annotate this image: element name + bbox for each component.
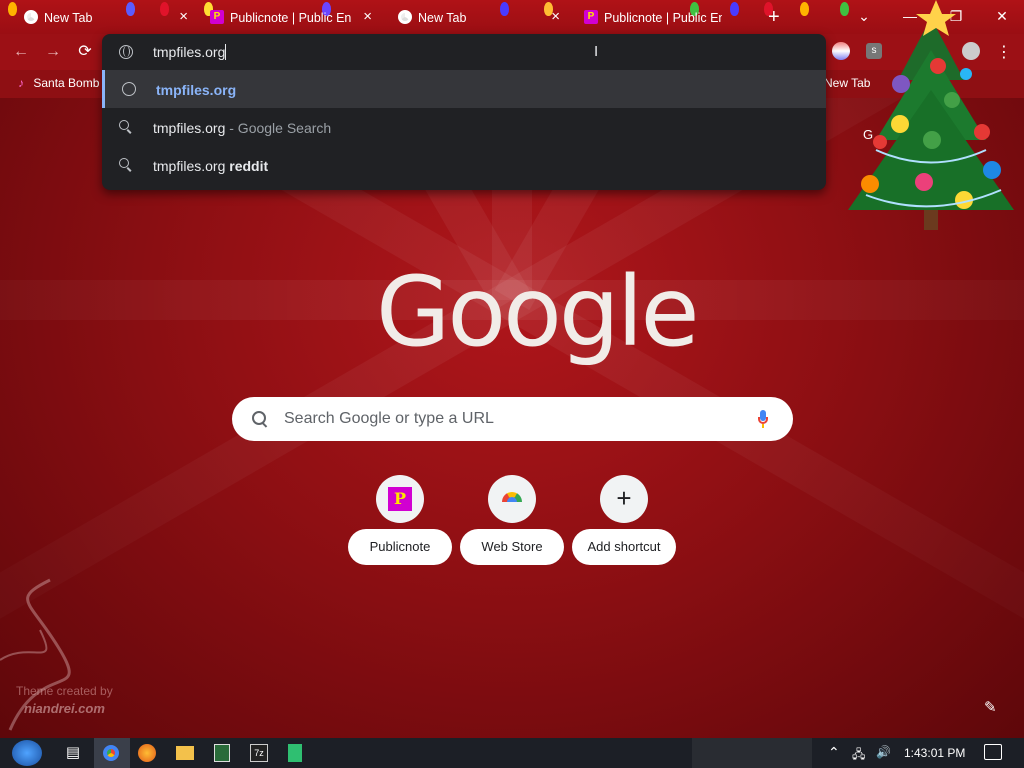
close-tab-icon[interactable]: ×	[551, 8, 560, 25]
search-input[interactable]	[284, 407, 744, 431]
close-tab-icon[interactable]: ×	[363, 8, 372, 25]
publicnote-icon: P	[210, 10, 224, 24]
customize-pencil-icon[interactable]: ✎	[984, 698, 997, 716]
reload-button[interactable]: ⟳	[74, 42, 96, 62]
shortcut-publicnote[interactable]: Publicnote	[348, 529, 452, 565]
omnibox-text[interactable]: tmpfiles.org	[153, 44, 227, 60]
omnibox-input[interactable]: tmpfiles.org I	[102, 34, 826, 70]
shortcut-web-store[interactable]: Web Store	[460, 529, 564, 565]
add-shortcut-icon-button[interactable]: +	[600, 475, 648, 523]
shortcut-publicnote-icon[interactable]: P	[376, 475, 424, 523]
chrome-icon	[24, 10, 38, 24]
theme-credit-link[interactable]: niandrei.com	[24, 701, 105, 716]
start-button[interactable]	[12, 740, 42, 766]
tray-chevron-icon[interactable]: ⌃	[828, 744, 840, 761]
add-shortcut-button[interactable]: Add shortcut	[572, 529, 676, 565]
network-icon[interactable]: 🖧	[852, 745, 865, 766]
7zip-icon[interactable]: 7z	[250, 744, 268, 762]
search-icon	[119, 120, 133, 134]
volume-icon[interactable]: 🔊	[876, 745, 891, 759]
tab-new-tab-1[interactable]: New Tab ×	[22, 4, 190, 32]
clock[interactable]: 1:43:01 PM	[904, 746, 965, 760]
santa-icon: ♪	[18, 76, 24, 90]
tab-title: New Tab	[44, 11, 93, 25]
search-icon	[119, 158, 133, 172]
globe-icon	[122, 82, 136, 96]
webstore-icon	[502, 492, 522, 502]
tab-publicnote-2[interactable]: P Publicnote | Public En	[582, 4, 722, 32]
tab-title: Publicnote | Public En	[230, 11, 352, 25]
suggestion-url[interactable]: tmpfiles.org	[102, 70, 826, 108]
chrome-icon	[398, 10, 412, 24]
file-explorer-icon[interactable]	[176, 746, 194, 760]
christmas-tree-decoration	[848, 0, 1014, 230]
bookmark-santa-bomb[interactable]: ♪ Santa Bomb	[18, 76, 99, 90]
plus-icon: +	[616, 483, 632, 513]
microphone-icon[interactable]	[758, 410, 768, 428]
theme-credit: Theme created by	[16, 684, 113, 698]
task-view-icon[interactable]: ▤	[62, 742, 84, 764]
chrome-icon	[103, 745, 119, 761]
tab-title: Publicnote | Public En	[604, 11, 722, 25]
taskbar-chrome[interactable]	[94, 738, 130, 768]
publicnote-icon: P	[388, 487, 412, 511]
forward-button[interactable]: →	[42, 42, 64, 62]
firefox-icon[interactable]	[138, 744, 156, 762]
shortcut-webstore-icon[interactable]	[488, 475, 536, 523]
new-tab-button[interactable]: +	[768, 6, 780, 29]
taskbar-thumbnail	[692, 738, 812, 768]
search-icon	[252, 411, 268, 427]
tab-new-tab-2[interactable]: New Tab ×	[396, 4, 562, 32]
close-tab-icon[interactable]: ×	[179, 8, 188, 25]
tab-publicnote-1[interactable]: P Publicnote | Public En ×	[208, 4, 374, 32]
google-logo: Google	[376, 256, 700, 368]
suggestion-google-search[interactable]: tmpfiles.org - Google Search	[102, 108, 826, 146]
back-button[interactable]: ←	[10, 42, 32, 62]
text-cursor-icon: I	[594, 43, 599, 60]
suggestion-reddit[interactable]: tmpfiles.org reddit	[102, 146, 826, 184]
publicnote-icon: P	[584, 10, 598, 24]
omnibox-dropdown: tmpfiles.org I tmpfiles.org tmpfiles.org…	[102, 34, 826, 190]
windows-taskbar: ▤ 7z ⌃ 🖧 🔊 1:43:01 PM	[0, 738, 1024, 768]
notification-icon[interactable]	[984, 744, 1002, 760]
search-box[interactable]	[232, 397, 793, 441]
tab-title: New Tab	[418, 11, 467, 25]
app-icon[interactable]	[214, 744, 230, 762]
globe-icon	[119, 45, 133, 59]
notes-app-icon[interactable]	[288, 744, 302, 762]
